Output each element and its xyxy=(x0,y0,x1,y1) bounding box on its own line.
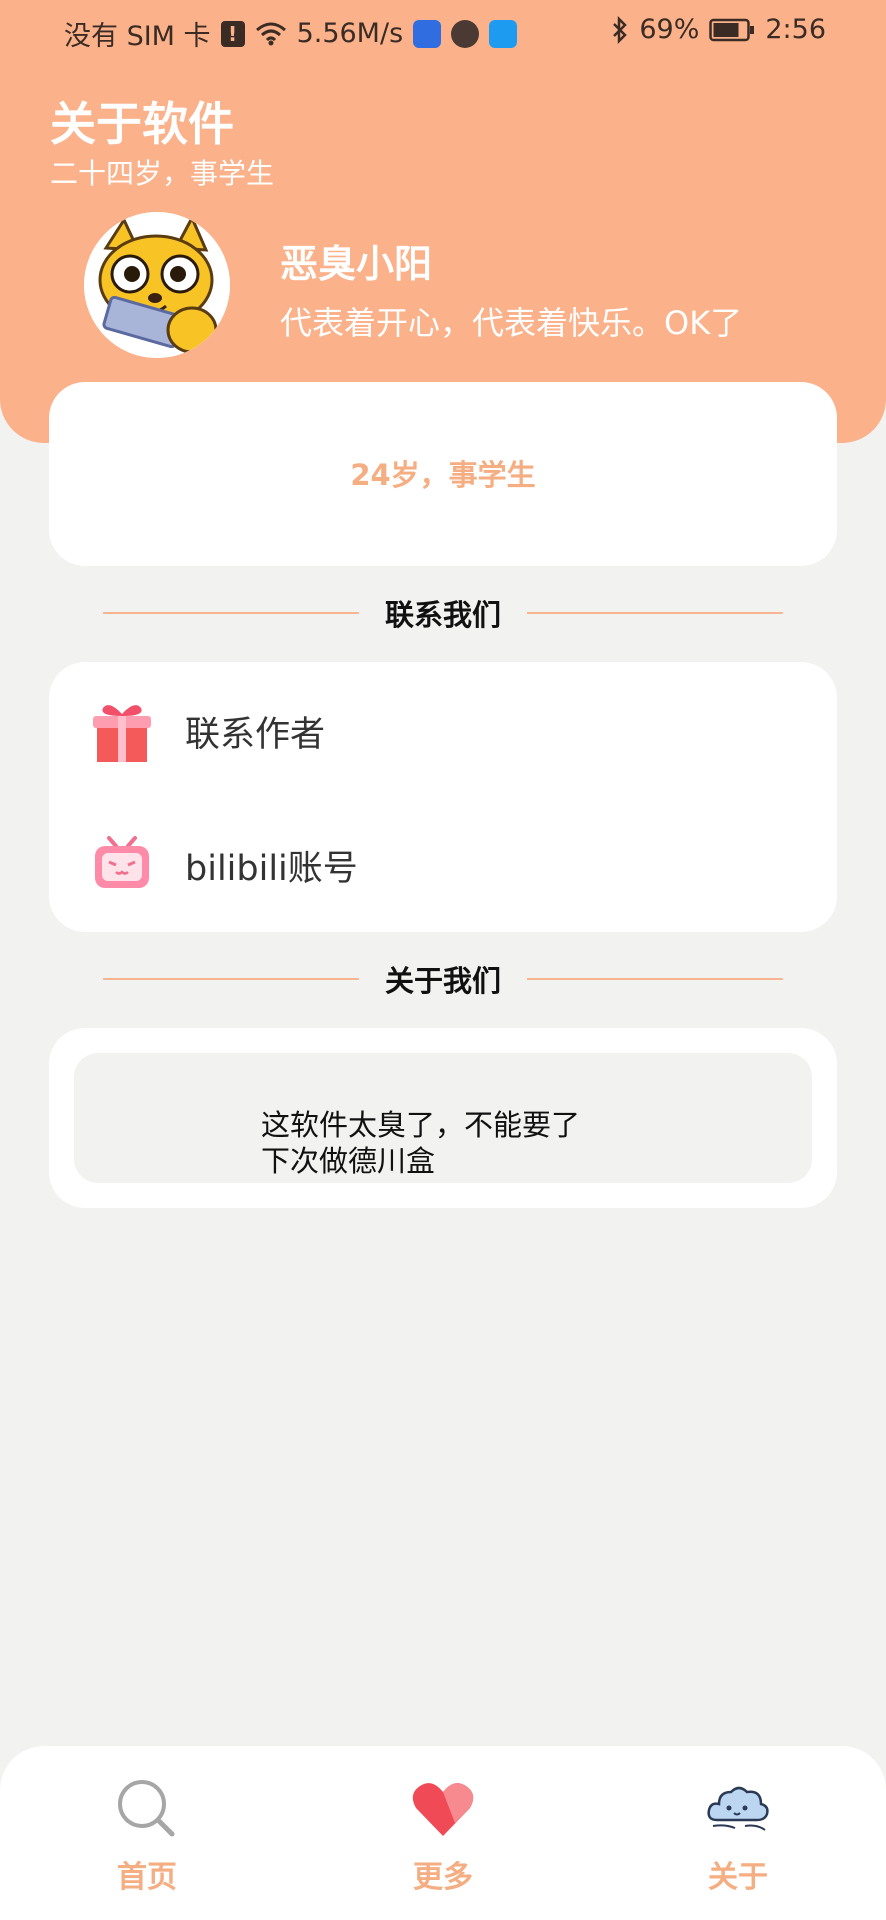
page-title: 关于软件 xyxy=(50,97,234,151)
cat-avatar-icon xyxy=(84,212,230,358)
about-line: 这软件太臭了，不能要了 xyxy=(261,1108,581,1142)
nav-item-home[interactable]: 首页 xyxy=(77,1776,217,1896)
nav-label-about: 关于 xyxy=(708,1860,768,1895)
user-motto: 代表着开心，代表着快乐。OK了 xyxy=(280,304,743,342)
sim-alert-icon: ! xyxy=(220,20,245,47)
carrier-status: 没有 SIM 卡 xyxy=(64,21,211,52)
divider-line xyxy=(103,612,359,614)
nav-label-more: 更多 xyxy=(413,1860,473,1895)
user-name: 恶臭小阳 xyxy=(280,242,433,286)
about-line: 下次做德川盒 xyxy=(261,1144,436,1178)
intro-card: 24岁，事学生 xyxy=(49,382,837,566)
about-card: 这软件太臭了，不能要了 下次做德川盒 xyxy=(49,1028,837,1208)
contact-section-title: 联系我们 xyxy=(385,598,502,632)
app-bulb-icon xyxy=(413,19,442,48)
divider-line xyxy=(103,978,359,980)
about-section-heading: 关于我们 xyxy=(103,957,784,1001)
bottom-nav: 首页 更多 关于 xyxy=(0,1746,886,1920)
heart-icon xyxy=(410,1776,476,1842)
about-text: 这软件太臭了，不能要了 下次做德川盒 xyxy=(261,1107,580,1179)
cloud-icon xyxy=(705,1776,771,1842)
nav-item-about[interactable]: 关于 xyxy=(668,1776,808,1896)
battery-percent: 69% xyxy=(639,14,700,45)
contact-author-label: 联系作者 xyxy=(185,714,326,755)
bilibili-account-label: bilibili账号 xyxy=(185,848,358,889)
avatar[interactable] xyxy=(84,212,230,358)
status-bar: 没有 SIM 卡 ! 5.56M/s 69% 2:56 xyxy=(0,0,886,60)
app-search-icon xyxy=(489,19,518,48)
clock: 2:56 xyxy=(765,14,826,45)
intro-text: 24岁，事学生 xyxy=(350,458,536,492)
battery-icon xyxy=(709,18,755,41)
wifi-icon xyxy=(255,22,286,45)
page-subtitle: 二十四岁，事学生 xyxy=(50,157,275,190)
bilibili-tv-icon xyxy=(89,832,155,898)
list-item-contact-author[interactable]: 联系作者 xyxy=(89,686,797,776)
network-speed: 5.56M/s xyxy=(296,18,404,49)
app-ball-icon xyxy=(451,19,480,48)
bluetooth-icon xyxy=(613,15,628,44)
divider-line xyxy=(527,978,784,980)
about-section-title: 关于我们 xyxy=(385,964,502,998)
divider-line xyxy=(527,612,784,614)
about-text-box: 这软件太臭了，不能要了 下次做德川盒 xyxy=(74,1053,812,1183)
list-item-bilibili-account[interactable]: bilibili账号 xyxy=(89,820,797,910)
search-icon xyxy=(114,1776,180,1842)
contact-card: 联系作者 bilibili账号 xyxy=(49,662,837,932)
contact-section-heading: 联系我们 xyxy=(103,591,784,635)
nav-item-more[interactable]: 更多 xyxy=(373,1776,513,1896)
gift-icon xyxy=(89,698,155,764)
nav-label-home: 首页 xyxy=(117,1860,177,1895)
